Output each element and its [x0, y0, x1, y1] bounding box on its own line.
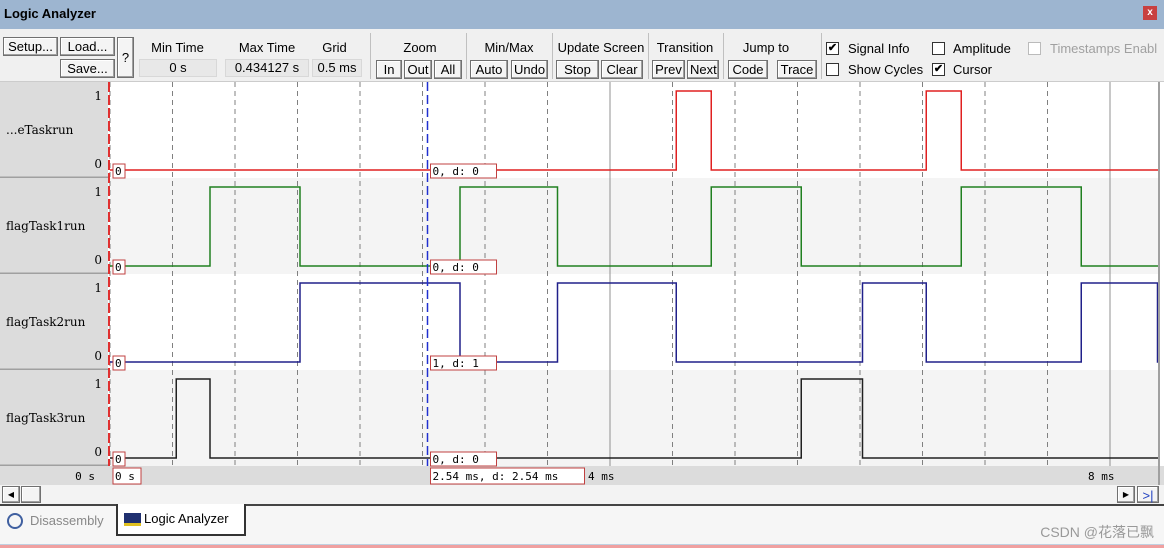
- cursor-value: 0, d: 0: [433, 165, 479, 178]
- amplitude-label: Amplitude: [953, 41, 1011, 56]
- save-button[interactable]: Save...: [60, 59, 115, 78]
- signal-info-label: Signal Info: [848, 41, 910, 56]
- logic-analyzer-icon: [124, 513, 141, 526]
- watermark: CSDN @花落已飘: [1040, 524, 1154, 540]
- signal-low-label: 0: [94, 445, 102, 459]
- cursor-value: 0, d: 0: [433, 453, 479, 466]
- cursor-time-label: 2.54 ms, d: 2.54 ms: [433, 470, 559, 483]
- cursor-value: 1, d: 1: [433, 357, 479, 370]
- tab-label: Disassembly: [30, 513, 104, 528]
- separator: [370, 33, 371, 79]
- signal-low-label: 0: [94, 253, 102, 267]
- timestamps-label: Timestamps Enabl: [1050, 41, 1158, 56]
- separator: [552, 33, 553, 79]
- scroll-left-button[interactable]: ◀: [2, 486, 20, 503]
- signal-high-label: 1: [94, 281, 102, 295]
- signal-name: ...eTaskrun: [6, 123, 74, 137]
- separator: [821, 33, 822, 79]
- zoom-label: Zoom: [403, 40, 437, 55]
- status-strip: [0, 544, 1164, 548]
- next-button[interactable]: Next: [687, 60, 719, 79]
- signal-low-label: 0: [94, 157, 102, 171]
- signal-name: flagTask1run: [6, 219, 86, 233]
- undo-button[interactable]: Undo: [511, 60, 548, 79]
- start-value: 0: [115, 261, 122, 274]
- cursor-checkbox[interactable]: ✔: [932, 63, 945, 76]
- auto-button[interactable]: Auto: [470, 60, 508, 79]
- title-bar: Logic Analyzer x: [0, 0, 1164, 29]
- scroll-thumb[interactable]: [21, 486, 41, 503]
- signal-high-label: 1: [94, 185, 102, 199]
- tab-disassembly[interactable]: Disassembly: [4, 506, 114, 536]
- zoom-in-button[interactable]: In: [376, 60, 402, 79]
- prev-button[interactable]: Prev: [652, 60, 685, 79]
- show-cycles-label: Show Cycles: [848, 62, 924, 77]
- timestamps-checkbox: [1028, 42, 1041, 55]
- clear-button[interactable]: Clear: [601, 60, 643, 79]
- tab-label: Logic Analyzer: [144, 511, 229, 526]
- separator: [723, 33, 724, 79]
- help-button[interactable]: ?: [117, 37, 134, 78]
- time-axis-label: 8 ms: [1088, 470, 1115, 483]
- signal-high-label: 1: [94, 377, 102, 391]
- signal-high-label: 1: [94, 89, 102, 103]
- start-value: 0: [115, 453, 122, 466]
- scroll-end-button[interactable]: >|: [1137, 486, 1159, 503]
- code-button[interactable]: Code: [728, 60, 768, 79]
- max-time-label: Max Time: [238, 40, 296, 55]
- start-time-label: 0 s: [115, 470, 135, 483]
- signal-row-background: [110, 370, 1158, 466]
- signal-low-label: 0: [94, 349, 102, 363]
- cursor-value: 0, d: 0: [433, 261, 479, 274]
- tab-logic-analyzer[interactable]: Logic Analyzer: [116, 504, 246, 536]
- signal-info-checkbox[interactable]: ✔: [826, 42, 839, 55]
- stop-button[interactable]: Stop: [556, 60, 599, 79]
- minmax-label: Min/Max: [484, 40, 534, 55]
- cursor-label: Cursor: [953, 62, 993, 77]
- signal-name: flagTask2run: [6, 315, 86, 329]
- jump-to-label: Jump to: [742, 40, 790, 55]
- start-value: 0: [115, 165, 122, 178]
- separator: [648, 33, 649, 79]
- disassembly-icon: [7, 513, 23, 529]
- time-axis-label: 4 ms: [588, 470, 615, 483]
- min-time-label: Min Time: [151, 40, 204, 55]
- max-time-value: 0.434127 s: [225, 59, 309, 77]
- setup-button[interactable]: Setup...: [3, 37, 58, 56]
- show-cycles-checkbox[interactable]: [826, 63, 839, 76]
- toolbar: Setup... Load... Save... ? Min Time 0 s …: [0, 29, 1164, 82]
- trace-button[interactable]: Trace: [777, 60, 817, 79]
- window-title: Logic Analyzer: [4, 6, 96, 21]
- start-value: 0: [115, 357, 122, 370]
- horizontal-scrollbar[interactable]: ◀ ▶ >|: [0, 485, 1164, 504]
- load-button[interactable]: Load...: [60, 37, 115, 56]
- zoom-out-button[interactable]: Out: [404, 60, 432, 79]
- signal-name: flagTask3run: [6, 411, 86, 425]
- waveform-area[interactable]: 10...eTaskrun0 0, d: 010flagTask1run0 0, d…: [0, 82, 1164, 485]
- amplitude-checkbox[interactable]: [932, 42, 945, 55]
- signal-row-background: [110, 82, 1158, 178]
- time-axis-label: 0 s: [75, 470, 95, 483]
- grid-value: 0.5 ms: [312, 59, 362, 77]
- signal-row-background: [110, 178, 1158, 274]
- signal-row-background: [110, 274, 1158, 370]
- update-screen-label: Update Screen: [557, 40, 645, 55]
- scroll-right-button[interactable]: ▶: [1117, 486, 1135, 503]
- close-icon[interactable]: x: [1143, 6, 1157, 20]
- tab-bar: Disassembly Logic Analyzer: [0, 504, 1164, 544]
- transition-label: Transition: [656, 40, 714, 55]
- min-time-value: 0 s: [139, 59, 217, 77]
- grid-label: Grid: [322, 40, 347, 55]
- zoom-all-button[interactable]: All: [434, 60, 462, 79]
- separator: [466, 33, 467, 79]
